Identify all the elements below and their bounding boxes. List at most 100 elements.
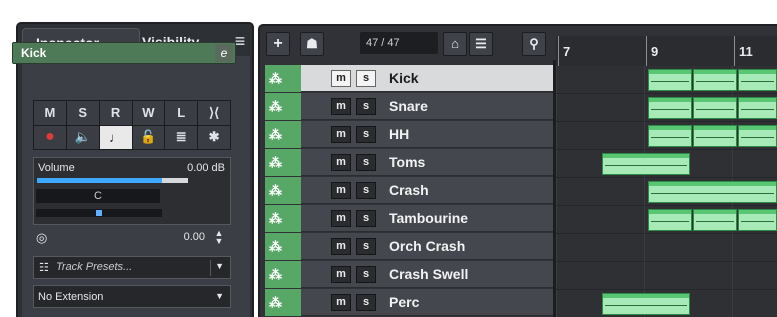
track-lane[interactable] <box>556 178 777 206</box>
track-name-field[interactable]: Kick e <box>12 42 236 64</box>
track-header[interactable]: m s Crash Swell <box>301 261 553 288</box>
midi-clip[interactable] <box>648 209 692 231</box>
track-header[interactable]: m s HH <box>301 121 553 148</box>
home-icon[interactable]: ⌂ <box>443 32 467 56</box>
mute-button[interactable]: m <box>331 70 351 87</box>
pan-display[interactable]: C <box>36 189 160 203</box>
track-header[interactable]: m s Orch Crash <box>301 233 553 260</box>
midi-clip[interactable] <box>693 125 737 147</box>
midi-clip[interactable] <box>693 97 737 119</box>
clip-header <box>603 154 689 158</box>
solo-button[interactable]: s <box>356 126 376 143</box>
midi-clip[interactable] <box>738 209 777 231</box>
track-lane[interactable] <box>556 234 777 262</box>
search-icon[interactable]: ⚲ <box>522 32 546 56</box>
mute-button[interactable]: m <box>331 126 351 143</box>
midi-clip[interactable] <box>738 125 777 147</box>
track-row[interactable]: ⁂4msToms <box>265 149 553 177</box>
value-stepper[interactable]: ▲ ▼ <box>213 229 225 247</box>
timeline-ruler[interactable]: 7 9 11 <box>556 36 777 66</box>
pan-slider[interactable] <box>36 209 162 217</box>
track-row[interactable]: ⁂1msKick <box>265 65 553 93</box>
solo-button[interactable]: S <box>66 101 99 125</box>
channel-settings-icon[interactable]: ✱ <box>198 125 230 149</box>
track-preset-icon[interactable]: ☗ <box>300 32 324 56</box>
solo-button[interactable]: s <box>356 98 376 115</box>
track-presets-dropdown[interactable]: ☷ Track Presets... ▼ <box>33 256 231 279</box>
track-header[interactable]: m s Toms <box>301 149 553 176</box>
track-row[interactable]: ⁂6msTambourine <box>265 205 553 233</box>
solo-button[interactable]: s <box>356 266 376 283</box>
midi-clip[interactable] <box>738 69 777 91</box>
ruler-label: 11 <box>739 44 753 59</box>
midi-clip[interactable] <box>602 153 690 175</box>
midi-clip[interactable] <box>602 293 690 315</box>
track-lane[interactable] <box>556 94 777 122</box>
track-header[interactable]: m s Crash <box>301 177 553 204</box>
solo-button[interactable]: s <box>356 154 376 171</box>
midi-clip[interactable] <box>738 97 777 119</box>
mute-button[interactable]: m <box>331 238 351 255</box>
track-name[interactable]: Snare <box>389 98 428 114</box>
mute-button[interactable]: m <box>331 98 351 115</box>
track-lane[interactable] <box>556 66 777 94</box>
read-automation-button[interactable]: R <box>99 101 132 125</box>
track-row[interactable]: ⁂8msCrash Swell <box>265 261 553 289</box>
midi-clip[interactable] <box>648 181 777 203</box>
lock-icon[interactable]: 🔓 <box>132 125 165 149</box>
midi-clip[interactable] <box>648 125 692 147</box>
solo-button[interactable]: s <box>356 294 376 311</box>
lock-button[interactable]: L <box>165 101 198 125</box>
input-value[interactable]: 0.00 <box>184 231 205 243</box>
track-lane[interactable] <box>556 150 777 178</box>
list-icon[interactable]: ☰ <box>469 32 493 56</box>
track-name[interactable]: Kick <box>389 70 419 86</box>
track-row[interactable]: ⁂5msCrash <box>265 177 553 205</box>
track-row[interactable]: ⁂3msHH <box>265 121 553 149</box>
track-name[interactable]: Toms <box>389 154 425 170</box>
track-name[interactable]: Crash <box>389 182 429 198</box>
mute-button[interactable]: m <box>331 154 351 171</box>
pan-slider-handle[interactable] <box>96 210 102 216</box>
solo-button[interactable]: s <box>356 238 376 255</box>
midi-clip[interactable] <box>693 69 737 91</box>
track-name[interactable]: HH <box>389 126 409 142</box>
track-header[interactable]: m s Snare <box>301 93 553 120</box>
track-row[interactable]: ⁂9msPerc <box>265 289 553 317</box>
track-header[interactable]: m s Kick <box>301 65 553 92</box>
edit-icon[interactable]: e <box>215 44 233 62</box>
track-name[interactable]: Orch Crash <box>389 238 465 254</box>
record-enable-icon[interactable]: ● <box>34 125 66 149</box>
midi-clip[interactable] <box>693 209 737 231</box>
track-row[interactable]: ⁂2msSnare <box>265 93 553 121</box>
lane-icon[interactable]: ≣ <box>165 125 198 149</box>
mute-button[interactable]: M <box>34 101 66 125</box>
musical-time-icon[interactable]: ♩ <box>99 125 132 149</box>
monitor-icon[interactable]: 🔈 <box>66 125 99 149</box>
track-lane[interactable] <box>556 122 777 150</box>
track-row[interactable]: ⁂7msOrch Crash <box>265 233 553 261</box>
track-header[interactable]: m s Perc <box>301 289 553 316</box>
write-automation-button[interactable]: W <box>132 101 165 125</box>
track-name[interactable]: Tambourine <box>389 210 468 226</box>
event-display[interactable] <box>556 66 777 317</box>
mute-button[interactable]: m <box>331 210 351 227</box>
track-name[interactable]: Crash Swell <box>389 266 468 282</box>
solo-button[interactable]: s <box>356 70 376 87</box>
add-track-button[interactable]: + <box>266 32 290 56</box>
extension-dropdown[interactable]: No Extension ▼ <box>33 285 231 308</box>
midi-clip[interactable] <box>648 97 692 119</box>
midi-clip[interactable] <box>648 69 692 91</box>
track-lane[interactable] <box>556 206 777 234</box>
mute-button[interactable]: m <box>331 266 351 283</box>
solo-button[interactable]: s <box>356 182 376 199</box>
mute-button[interactable]: m <box>331 182 351 199</box>
track-lane[interactable] <box>556 262 777 290</box>
mute-button[interactable]: m <box>331 294 351 311</box>
volume-slider[interactable] <box>37 178 188 183</box>
track-header[interactable]: m s Tambourine <box>301 205 553 232</box>
track-name[interactable]: Perc <box>389 294 419 310</box>
freeze-icon[interactable]: ⟩⟨ <box>198 101 230 125</box>
track-lane[interactable] <box>556 290 777 317</box>
solo-button[interactable]: s <box>356 210 376 227</box>
